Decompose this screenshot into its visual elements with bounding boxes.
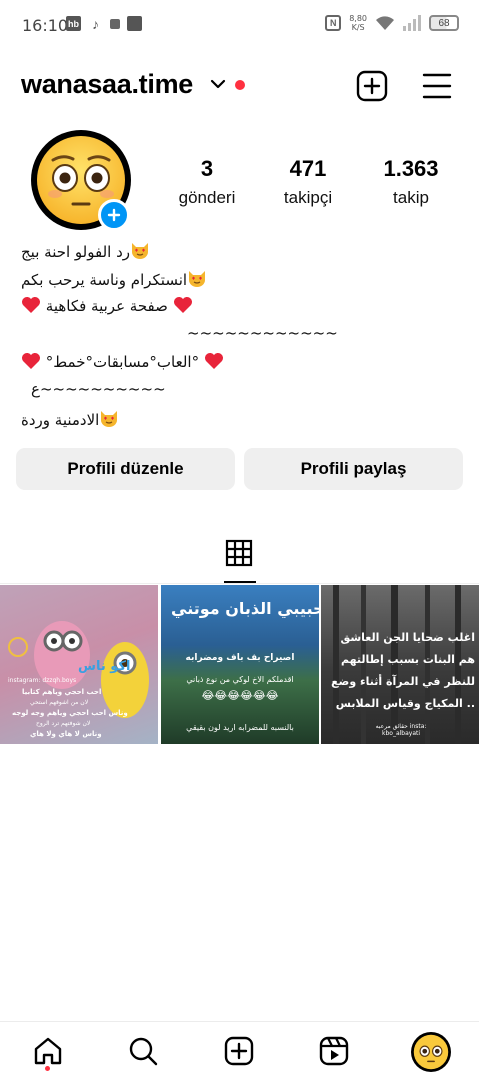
flushed-face-emoji-icon bbox=[413, 1034, 449, 1070]
notification-dot bbox=[235, 80, 245, 90]
square-icon bbox=[110, 18, 120, 29]
bio-line: ع~~~~~~~~~~ bbox=[31, 380, 166, 398]
status-app-icons: hb ♪ bbox=[66, 15, 142, 32]
create-icon[interactable] bbox=[224, 1036, 254, 1071]
post-thumbnail[interactable]: حبيبي الذبان موتني اصيراح بف باف ومضرابه… bbox=[161, 585, 319, 744]
post-thumbnail[interactable]: اكو ناس instagram: dzzqh.boys احب احجي و… bbox=[0, 585, 158, 744]
post-line: وناس احب احجي وياهم وجه لوجه bbox=[12, 709, 128, 717]
heart-eyes-cat-icon bbox=[130, 240, 150, 264]
post-line: لان من اشوفهم استحي bbox=[30, 699, 89, 706]
nfc-icon: N bbox=[325, 15, 342, 31]
plus-icon bbox=[107, 208, 121, 222]
status-right-icons: N 8,80 K/S 68 bbox=[325, 14, 459, 32]
chevron-down-icon[interactable] bbox=[208, 74, 228, 99]
status-time: 16:10 bbox=[22, 16, 69, 35]
post-watermark: حقائق مرعبه insta: kbo_albayati bbox=[375, 723, 427, 737]
post-watermark: instagram: dzzqh.boys bbox=[8, 677, 77, 684]
post-title: حبيبي الذبان موتني bbox=[171, 599, 319, 618]
battery-icon: 68 bbox=[429, 15, 459, 31]
bio-line-text: °العاب°مسابقات°خمط° bbox=[45, 353, 200, 371]
status-bar: 16:10 hb ♪ N 8,80 K/S 68 bbox=[0, 0, 479, 52]
bio-line: رد الفولو احنة بيج bbox=[21, 240, 150, 264]
create-post-icon[interactable] bbox=[356, 70, 388, 107]
network-speed: 8,80 K/S bbox=[349, 14, 367, 32]
bio-line-text: الادمنية وردة bbox=[21, 411, 100, 429]
laughing-emoji-row: 😂😂😂😂😂😂 bbox=[201, 689, 279, 702]
bio-line: °العاب°مسابقات°خمط° bbox=[21, 352, 224, 374]
post-line: لان شوفتهم ترد الروح bbox=[36, 720, 91, 727]
bio-line-text: ~~~~~~~~~~~~ bbox=[187, 324, 338, 342]
post-line: اقدملكم الاخ لوكي من نوع ذباني bbox=[186, 675, 294, 684]
post-title: اكو ناس bbox=[78, 659, 131, 674]
post-line: للنظر في المرآة أثناء وضع bbox=[331, 675, 475, 688]
grid-tab-icon[interactable] bbox=[224, 538, 254, 573]
post-line: اصيراح بف باف ومضرابه bbox=[185, 653, 295, 663]
red-heart-icon bbox=[21, 296, 41, 318]
post-line: بالنسبه للمضرابه اريد لون بقيقي bbox=[186, 723, 294, 732]
bio-line: انستكرام وناسة يرحب بكم bbox=[21, 268, 207, 292]
post-line: وناس لا هاي ولا هاي bbox=[30, 730, 102, 738]
tab-divider bbox=[0, 583, 479, 584]
post-line: المكياج وقياس الملابس .. bbox=[335, 697, 475, 710]
bio-line: الادمنية وردة bbox=[21, 408, 119, 432]
bio-line-text: انستكرام وناسة يرحب بكم bbox=[21, 271, 188, 289]
profile-header: wanasaa.time bbox=[0, 62, 479, 110]
add-story-button[interactable] bbox=[98, 199, 130, 231]
edit-profile-button[interactable]: Profili düzenle bbox=[16, 448, 235, 490]
red-heart-icon bbox=[204, 352, 224, 374]
search-icon[interactable] bbox=[128, 1036, 158, 1071]
bio-line-text: صفحة عربية فكاهية bbox=[45, 297, 168, 315]
bio-line: ~~~~~~~~~~~~ bbox=[187, 324, 338, 342]
stat-posts[interactable]: 3 gönderi bbox=[167, 156, 247, 208]
share-profile-button[interactable]: Profili paylaş bbox=[244, 448, 463, 490]
bio-line-text: رد الفولو احنة بيج bbox=[21, 243, 131, 261]
home-notification-dot bbox=[45, 1066, 50, 1071]
heart-eyes-cat-icon bbox=[99, 408, 119, 432]
post-line: اغلب ضحايا الجن العاشق bbox=[340, 631, 475, 644]
profile-avatar[interactable] bbox=[31, 130, 131, 231]
square-icon bbox=[127, 16, 142, 31]
profile-avatar-tab[interactable] bbox=[411, 1032, 451, 1072]
network-speed-unit: K/S bbox=[351, 23, 365, 32]
bio-line-text: ع~~~~~~~~~~ bbox=[31, 380, 166, 398]
post-line: احب احجي وياهم كتابيا bbox=[22, 688, 102, 696]
username[interactable]: wanasaa.time bbox=[21, 69, 193, 100]
stat-posts-count: 3 bbox=[200, 156, 214, 181]
stat-followers-count: 471 bbox=[289, 156, 327, 181]
stat-following-count: 1.363 bbox=[383, 156, 439, 181]
wifi-icon bbox=[375, 15, 395, 31]
reels-icon[interactable] bbox=[319, 1036, 349, 1071]
post-line: هم البنات بسبب إطالتهم bbox=[340, 653, 475, 666]
signal-icon bbox=[403, 15, 421, 31]
bottom-navigation bbox=[0, 1021, 479, 1080]
tiktok-icon: ♪ bbox=[92, 15, 99, 32]
stat-following[interactable]: 1.363 takip bbox=[366, 156, 456, 208]
menu-icon[interactable] bbox=[422, 72, 452, 105]
network-speed-value: 8,80 bbox=[349, 14, 367, 23]
stat-posts-label: gönderi bbox=[178, 188, 236, 207]
red-heart-icon bbox=[173, 296, 193, 318]
stat-followers[interactable]: 471 takipçi bbox=[268, 156, 348, 208]
heart-eyes-cat-icon bbox=[187, 268, 207, 292]
red-heart-icon bbox=[21, 352, 41, 374]
post-thumbnail[interactable]: اغلب ضحايا الجن العاشق هم البنات بسبب إط… bbox=[321, 585, 479, 744]
bio-line: صفحة عربية فكاهية bbox=[21, 296, 193, 318]
stat-following-label: takip bbox=[393, 188, 429, 207]
hb-icon: hb bbox=[66, 16, 81, 31]
stat-followers-label: takipçi bbox=[283, 188, 333, 207]
